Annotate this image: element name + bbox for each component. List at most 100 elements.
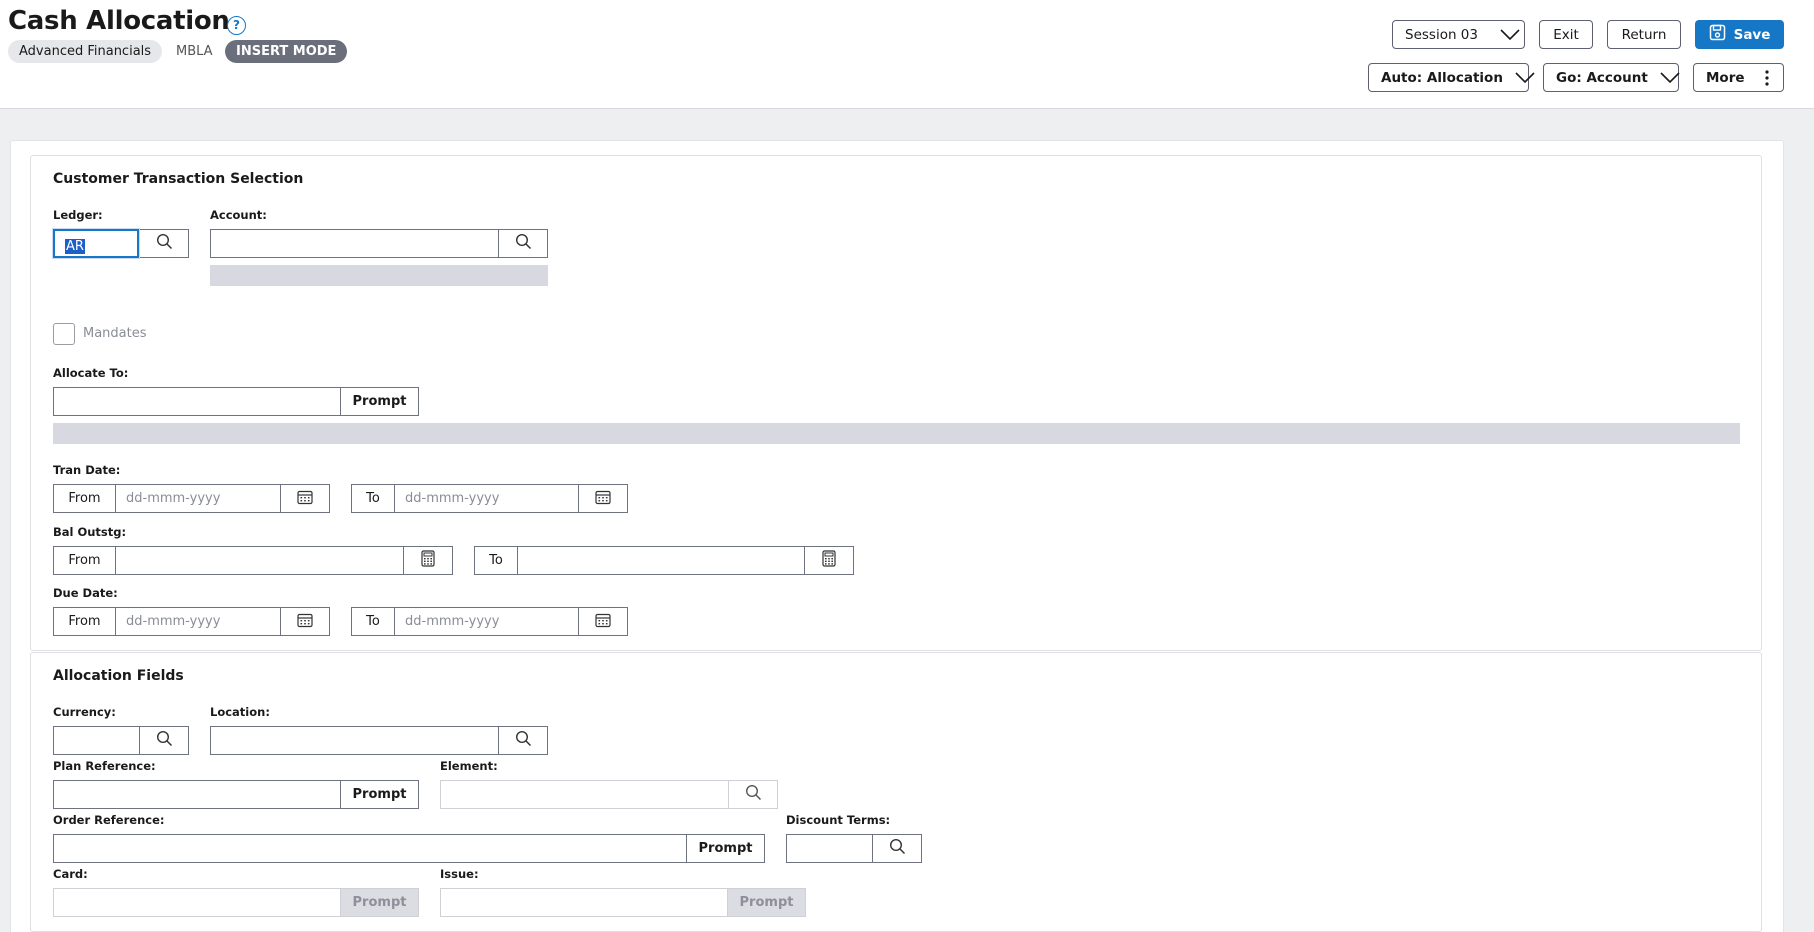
allocate-to-input[interactable] [54,388,340,415]
tran-date-from-field: From [53,484,330,513]
more-vertical-icon [1765,69,1769,86]
plan-reference-label: Plan Reference: [53,759,156,773]
element-search-button [728,781,777,808]
to-label: To [352,485,395,512]
program-code: MBLA [176,44,213,59]
search-icon [156,730,173,751]
exit-button[interactable]: Exit [1539,20,1593,49]
order-reference-prompt-button[interactable]: Prompt [686,835,764,862]
from-label: From [54,485,116,512]
search-icon [889,838,906,859]
bal-outstg-to-field: To [474,546,854,575]
discount-terms-field [786,834,922,863]
search-icon [515,730,532,751]
search-icon [515,233,532,254]
plan-reference-input[interactable] [54,781,340,808]
location-input[interactable] [211,727,498,754]
due-date-from-input[interactable] [116,608,280,635]
tran-date-to-calendar-button[interactable] [578,485,627,512]
save-button[interactable]: Save [1695,20,1784,49]
tran-date-from-calendar-button[interactable] [280,485,329,512]
due-date-from-field: From [53,607,330,636]
element-input [441,781,728,808]
mandates-label: Mandates [83,326,147,341]
account-field [210,229,548,258]
currency-input[interactable] [54,727,139,754]
allocate-to-prompt-button[interactable]: Prompt [340,388,418,415]
account-search-button[interactable] [498,230,547,257]
auto-allocation-split-button[interactable]: Auto: Allocation [1368,63,1535,92]
due-date-from-calendar-button[interactable] [280,608,329,635]
card-input [54,889,340,916]
search-icon [745,784,762,805]
more-label: More [1706,69,1745,86]
tran-date-to-field: To [351,484,628,513]
discount-terms-label: Discount Terms: [786,813,891,827]
go-account-split-button[interactable]: Go: Account [1543,63,1680,92]
calendar-icon [297,489,313,509]
card-label: Card: [53,867,88,881]
calendar-icon [297,612,313,632]
from-label: From [54,608,116,635]
discount-terms-input[interactable] [787,835,872,862]
card-field: Prompt [53,888,419,917]
plan-reference-prompt-button[interactable]: Prompt [340,781,418,808]
bal-outstg-from-calculator-button[interactable] [403,547,452,574]
section-title: Allocation Fields [53,668,184,684]
ledger-input[interactable]: AR [52,228,140,259]
bal-outstg-to-input[interactable] [518,547,804,574]
go-account-label[interactable]: Go: Account [1544,70,1660,86]
ledger-search-button[interactable] [139,230,188,257]
tran-date-to-input[interactable] [395,485,578,512]
account-description [210,265,548,286]
location-search-button[interactable] [498,727,547,754]
to-label: To [352,608,395,635]
save-label: Save [1733,26,1771,43]
account-input[interactable] [211,230,498,257]
auto-allocation-label[interactable]: Auto: Allocation [1369,70,1515,86]
allocate-to-label: Allocate To: [53,366,129,380]
section-title: Customer Transaction Selection [53,171,304,187]
location-field [210,726,548,755]
due-date-to-calendar-button[interactable] [578,608,627,635]
issue-label: Issue: [440,867,479,881]
issue-input [441,889,727,916]
order-reference-label: Order Reference: [53,813,165,827]
exit-label: Exit [1553,26,1579,43]
ledger-label: Ledger: [53,208,103,222]
chevron-down-icon[interactable] [1660,71,1680,84]
bal-outstg-from-field: From [53,546,453,575]
session-dropdown[interactable]: Session 03 [1392,20,1525,49]
mandates-checkbox[interactable] [53,323,75,345]
due-date-to-input[interactable] [395,608,578,635]
return-button[interactable]: Return [1607,20,1681,49]
currency-label: Currency: [53,705,116,719]
save-icon [1709,24,1726,45]
bal-outstg-from-input[interactable] [116,547,403,574]
discount-terms-search-button[interactable] [872,835,921,862]
tran-date-from-input[interactable] [116,485,280,512]
chevron-down-icon[interactable] [1515,71,1535,84]
calculator-icon [822,550,836,571]
card-prompt-button: Prompt [340,889,418,916]
plan-reference-field: Prompt [53,780,419,809]
help-icon[interactable]: ? [227,16,246,35]
session-label: Session 03 [1405,26,1478,43]
tran-date-label: Tran Date: [53,463,121,477]
app-chip: Advanced Financials [8,40,163,63]
mode-badge: INSERT MODE [225,40,348,63]
currency-field [53,726,189,755]
account-label: Account: [210,208,267,222]
calendar-icon [595,612,611,632]
bal-outstg-to-calculator-button[interactable] [804,547,853,574]
calendar-icon [595,489,611,509]
return-label: Return [1621,26,1667,43]
more-button[interactable]: More [1693,63,1784,92]
location-label: Location: [210,705,270,719]
element-field [440,780,778,809]
order-reference-input[interactable] [54,835,686,862]
page-title: Cash Allocation [8,6,230,36]
currency-search-button[interactable] [139,727,188,754]
issue-prompt-button: Prompt [727,889,805,916]
page-header: Cash Allocation ? Advanced Financials MB… [0,0,1814,109]
